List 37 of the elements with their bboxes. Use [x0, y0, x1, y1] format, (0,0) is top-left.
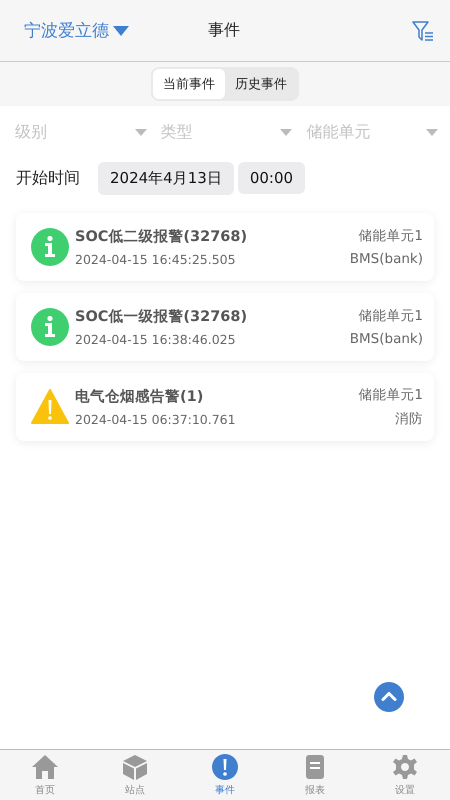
date-picker[interactable]: 2024年4月13日 [98, 162, 234, 194]
tab-bar-item[interactable]: 报表 [270, 750, 360, 800]
start-time-label: 开始时间 [16, 168, 80, 188]
event-unit: 储能单元1 [358, 386, 423, 404]
tab-bar-item[interactable]: 站点 [90, 750, 180, 800]
house-icon [31, 753, 59, 781]
event-source: BMS(bank) [350, 331, 423, 347]
segment-tab[interactable]: 历史事件 [225, 69, 297, 99]
dropdown-caret-icon [426, 128, 438, 136]
segment-tab[interactable]: 当前事件 [153, 69, 225, 99]
event-title: SOC低二级报警(32768) [75, 228, 248, 246]
cube-icon [121, 753, 149, 781]
event-card[interactable]: SOC低二级报警(32768) 2024-04-15 16:45:25.505 储能单元1 BMS(bank) [16, 213, 434, 281]
site-selector[interactable]: 宁波爱立德 [24, 19, 129, 42]
alert-icon [211, 753, 239, 781]
event-unit: 储能单元1 [358, 227, 423, 245]
tab-bar-item[interactable]: 首页 [0, 750, 90, 800]
event-title: SOC低一级报警(32768) [75, 308, 248, 326]
tab-bar-item[interactable]: 设置 [360, 750, 450, 800]
event-source: BMS(bank) [350, 251, 423, 267]
tab-bar-item[interactable]: 事件 [180, 750, 270, 800]
event-source: 消防 [395, 410, 423, 428]
dropdown-caret-icon [134, 128, 147, 136]
page-title: 事件 [208, 20, 240, 41]
gear-icon [391, 753, 419, 781]
event-time: 2024-04-15 16:45:25.505 [75, 252, 237, 267]
filter-icon[interactable] [412, 20, 434, 42]
event-card[interactable]: SOC低一级报警(32768) 2024-04-15 16:38:46.025 储能单元1 BMS(bank) [16, 293, 434, 361]
scroll-top-button[interactable] [374, 682, 404, 712]
event-unit: 储能单元1 [358, 307, 423, 325]
time-picker[interactable]: 00:00 [238, 162, 306, 194]
event-title: 电气仓烟感告警(1) [75, 388, 204, 406]
event-time: 2024-04-15 06:37:10.761 [75, 412, 237, 427]
event-card[interactable]: 电气仓烟感告警(1) 2024-04-15 06:37:10.761 储能单元1 消防 [16, 373, 434, 441]
event-time: 2024-04-15 16:38:46.025 [75, 332, 237, 347]
caret-icon [113, 26, 129, 36]
dropdown-caret-icon [280, 128, 292, 136]
